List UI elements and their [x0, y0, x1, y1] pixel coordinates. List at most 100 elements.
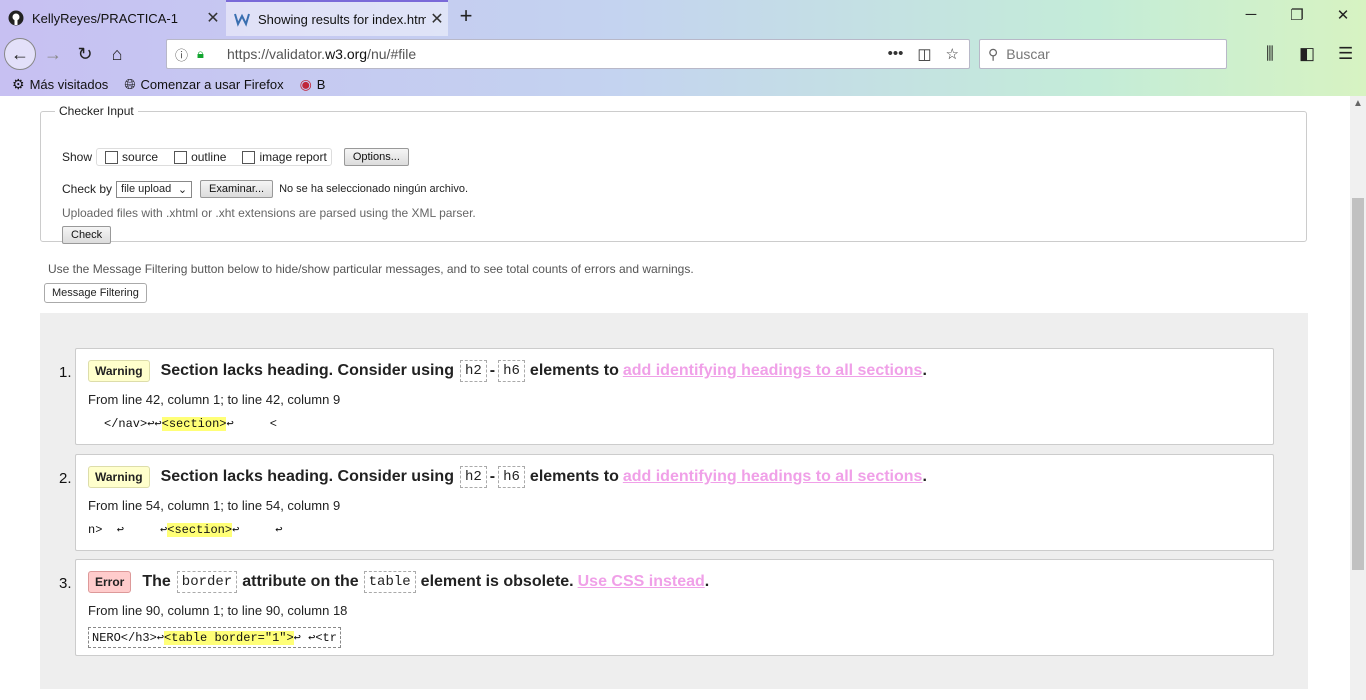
info-icon[interactable]: ⓘ [175, 45, 193, 64]
message-location: From line 42, column 1; to line 42, colu… [88, 392, 341, 407]
url-domain: w3.org [325, 46, 368, 62]
menu-icon[interactable]: ☰ [1338, 44, 1353, 64]
image-report-checkbox[interactable] [242, 150, 256, 164]
bookmark-label: Comenzar a usar Firefox [140, 76, 284, 92]
filter-description: Use the Message Filtering button below t… [48, 262, 694, 276]
close-icon[interactable]: ✕ [202, 8, 224, 28]
message-text-mid: elements to [529, 362, 619, 379]
extract-highlight: <section> [167, 523, 233, 537]
check-row: Check [62, 226, 112, 244]
code-h6: h6 [498, 360, 525, 382]
library-icon[interactable]: ⫼ [1266, 44, 1274, 64]
pocket-icon[interactable]: ◫ [917, 45, 931, 63]
message-item: 1. Warning Section lacks heading. Consid… [59, 348, 1274, 445]
checker-input: Checker Input Show source outline image … [40, 104, 1307, 244]
reload-button[interactable]: ↻ [70, 39, 100, 69]
message-text-pre: Section lacks heading. Consider using [160, 362, 454, 379]
extract-before: NERO</h3>↩ [92, 631, 165, 645]
gear-icon: ⚙ [12, 75, 25, 92]
source-checkbox[interactable] [105, 150, 119, 164]
help-link[interactable]: add identifying headings to all sections [623, 362, 923, 380]
bookmark-b[interactable]: ◉ B [300, 76, 326, 93]
search-input[interactable]: ⚲ Buscar [979, 39, 1227, 69]
arrow-right-icon: → [44, 43, 62, 64]
message-text: Warning Section lacks heading. Consider … [88, 466, 927, 488]
bookmark-label: Más visitados [29, 76, 109, 92]
message-text-end: . [922, 468, 927, 485]
check-by-value: file upload [121, 182, 172, 195]
sidebar-icon[interactable]: ◧ [1299, 44, 1315, 64]
code-h2: h2 [459, 466, 487, 488]
message-text-end: . [704, 573, 710, 590]
error-badge: Error [88, 571, 132, 593]
w3c-icon [234, 11, 250, 27]
close-icon[interactable]: ✕ [426, 9, 448, 29]
navigation-bar: ← → ↻ ⌂ ⓘ 🔒︎ https://validator.w3.org/nu… [0, 36, 1366, 72]
vertical-scrollbar[interactable]: ▲ [1350, 96, 1366, 700]
home-icon: ⌂ [111, 43, 123, 64]
url-text[interactable]: https://validator.w3.org/nu/#file [227, 46, 888, 62]
forward-button[interactable]: → [38, 39, 68, 69]
chevron-down-icon: ⌄ [177, 183, 188, 196]
bookmark-getting-started[interactable]: 🌐︎ Comenzar a usar Firefox [124, 76, 283, 93]
extract-after: ↩ ↩ [232, 523, 283, 537]
source-label: source [122, 150, 159, 164]
help-link[interactable]: add identifying headings to all sections [623, 468, 923, 486]
search-placeholder: Buscar [1006, 46, 1050, 62]
warning-badge: Warning [88, 360, 150, 382]
outline-label: outline [191, 150, 227, 164]
code-border: border [176, 571, 238, 593]
show-row: Show source outline image report Options… [62, 148, 409, 166]
tab-github[interactable]: KellyReyes/PRACTICA-1 ✕ [0, 0, 224, 36]
address-bar[interactable]: ⓘ 🔒︎ https://validator.w3.org/nu/#file •… [166, 39, 970, 69]
arrow-left-icon: ← [11, 43, 29, 64]
extract-before: </nav>↩↩ [104, 417, 162, 431]
browser-chrome: KellyReyes/PRACTICA-1 ✕ Showing results … [0, 0, 1366, 96]
message-text: Error The border attribute on the table … [88, 571, 709, 593]
new-tab-button[interactable]: + [454, 5, 478, 29]
message-text-end: . [922, 362, 927, 379]
code-h6: h6 [498, 466, 525, 488]
message-number: 1. [59, 364, 72, 381]
minimize-button[interactable]: ─ [1236, 6, 1266, 23]
results-panel: 1. Warning Section lacks heading. Consid… [40, 313, 1308, 689]
message-text: Warning Section lacks heading. Consider … [88, 360, 927, 382]
home-button[interactable]: ⌂ [102, 39, 132, 69]
tab-label: KellyReyes/PRACTICA-1 [32, 10, 178, 26]
checker-legend: Checker Input [59, 104, 134, 118]
code-table: table [363, 571, 416, 593]
message-number: 3. [59, 575, 72, 592]
scroll-up-icon[interactable]: ▲ [1350, 96, 1366, 112]
message-location: From line 54, column 1; to line 54, colu… [88, 498, 341, 513]
check-by-label: Check by [62, 182, 113, 196]
scrollbar-thumb[interactable] [1352, 198, 1364, 570]
code-extract: NERO</h3>↩<table border="1">↩ ↩<tr [88, 627, 341, 648]
flag-icon: ◉ [299, 75, 312, 92]
extract-highlight: <table border="1"> [164, 631, 294, 645]
image-report-label: image report [259, 150, 327, 164]
code-h2: h2 [459, 360, 487, 382]
restore-button[interactable]: ❐ [1282, 6, 1312, 24]
bookmark-label: B [316, 76, 326, 92]
message-text-mid: elements to [529, 468, 619, 485]
window-close-button[interactable]: ✕ [1328, 6, 1358, 24]
bookmark-star-icon[interactable]: ☆ [946, 45, 959, 63]
code-separator: - [489, 362, 496, 379]
tab-label: Showing results for index.html [258, 11, 426, 27]
extract-after: ↩ ↩<tr [293, 631, 337, 645]
bookmarks-toolbar: ⚙ Más visitados 🌐︎ Comenzar a usar Firefox… [0, 72, 1366, 96]
check-button[interactable]: Check [62, 226, 112, 244]
message-filtering-button[interactable]: Message Filtering [44, 283, 147, 303]
options-button[interactable]: Options... [343, 148, 409, 166]
bookmark-most-visited[interactable]: ⚙ Más visitados [12, 76, 108, 93]
search-icon: ⚲ [988, 45, 999, 62]
browse-button[interactable]: Examinar... [200, 180, 274, 198]
back-button[interactable]: ← [4, 38, 36, 70]
warning-badge: Warning [88, 466, 150, 488]
page-actions-icon[interactable]: ••• [888, 45, 904, 63]
tab-validator[interactable]: Showing results for index.html ✕ [226, 0, 448, 36]
help-link[interactable]: Use CSS instead [578, 573, 705, 591]
lock-icon: 🔒︎ [197, 46, 204, 61]
check-by-select[interactable]: file upload ⌄ [116, 180, 193, 198]
outline-checkbox[interactable] [174, 150, 188, 164]
